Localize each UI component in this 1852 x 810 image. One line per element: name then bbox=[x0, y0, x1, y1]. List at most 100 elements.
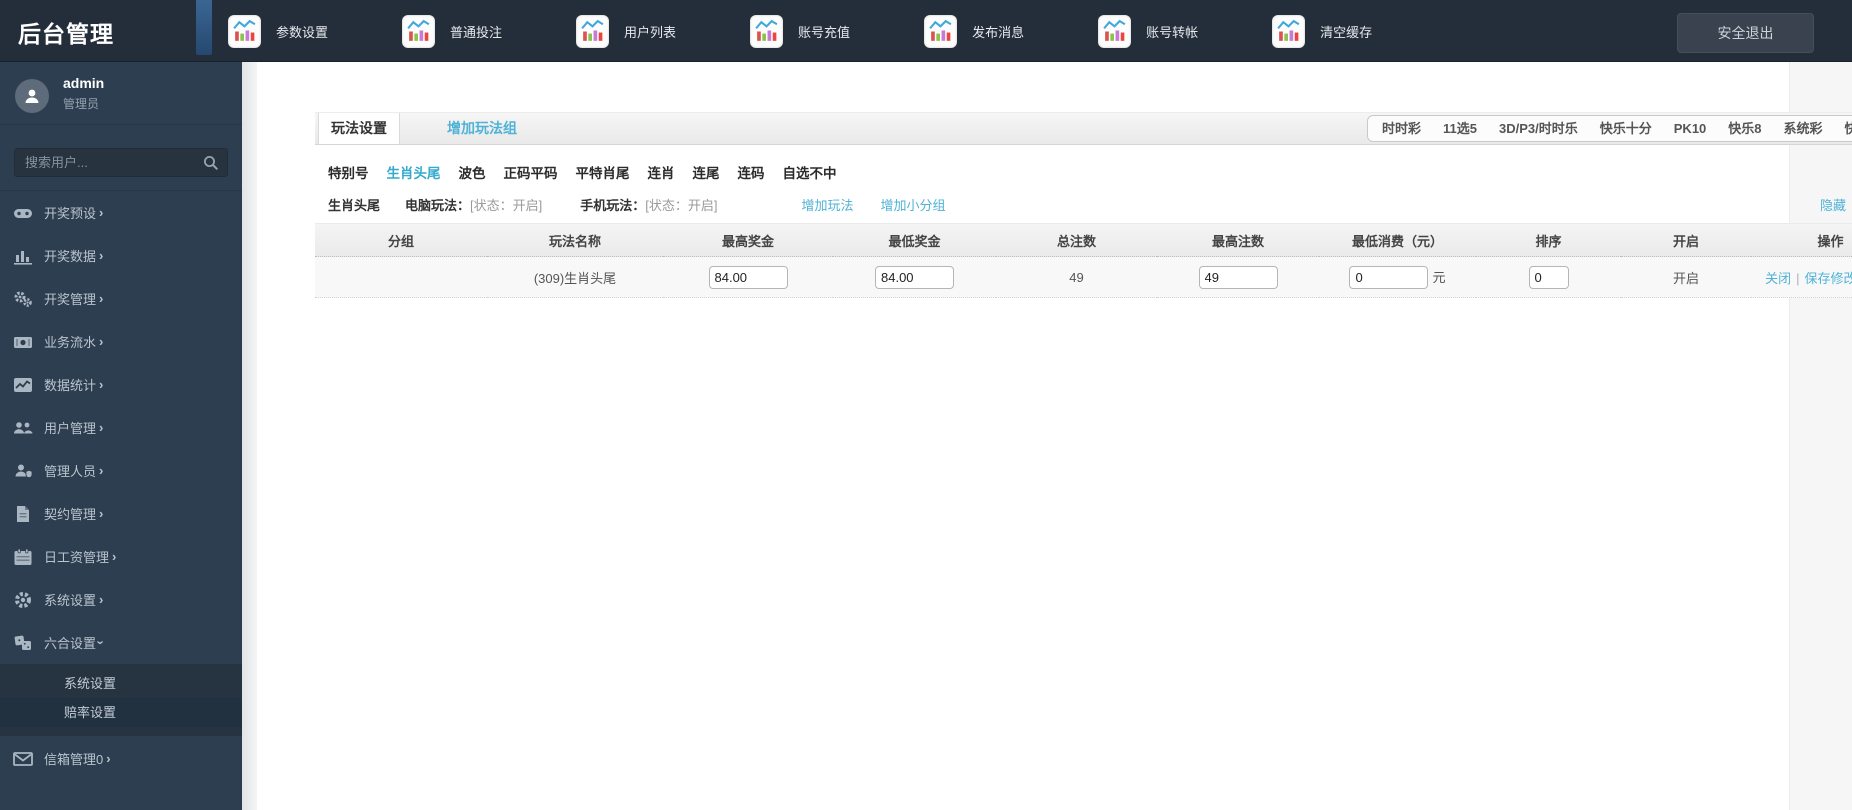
sidebar-item-system-settings[interactable]: 系统设置 › bbox=[0, 578, 242, 621]
lottery-tab-pk10[interactable]: PK10 bbox=[1674, 116, 1707, 141]
sidebar-item-business-flow[interactable]: 业务流水 › bbox=[0, 320, 242, 363]
add-play-group-link[interactable]: 增加玩法组 bbox=[447, 113, 517, 144]
min-prize-input[interactable] bbox=[875, 265, 954, 289]
play-table: 分组 玩法名称 最高奖金 最低奖金 总注数 最高注数 最低消费（元） 排序 开启… bbox=[315, 223, 1852, 298]
submenu-item-odds-settings[interactable]: 赔率设置 bbox=[0, 698, 242, 727]
sidebar-item-liuhe-settings[interactable]: 六合设置 › bbox=[0, 621, 242, 664]
user-shield-icon bbox=[15, 464, 33, 478]
sidebar-item-admins[interactable]: 管理人员 › bbox=[0, 449, 242, 492]
nav-item-recharge[interactable]: 账号充值 bbox=[750, 14, 850, 48]
play-tab-wave-color[interactable]: 波色 bbox=[459, 162, 486, 182]
money-icon bbox=[14, 336, 32, 348]
sidebar-item-data-stats[interactable]: 数据统计 › bbox=[0, 363, 242, 406]
tab-play-settings[interactable]: 玩法设置 bbox=[318, 113, 400, 144]
chevron-down-icon: › bbox=[93, 640, 109, 645]
lottery-tab-k3[interactable]: 快3 bbox=[1845, 116, 1852, 141]
liuhe-submenu: 系统设置 赔率设置 bbox=[0, 664, 242, 736]
logout-button[interactable]: 安全退出 bbox=[1677, 13, 1814, 53]
play-tab-lianxiao[interactable]: 连肖 bbox=[648, 162, 675, 182]
dice-icon bbox=[14, 635, 31, 650]
yuan-unit-label: 元 bbox=[1432, 269, 1446, 285]
nav-item-publish-message[interactable]: 发布消息 bbox=[924, 14, 1024, 48]
chart-icon bbox=[402, 14, 436, 48]
col-header-max-bets: 最高注数 bbox=[1157, 223, 1319, 257]
hide-link[interactable]: 隐藏 bbox=[1820, 195, 1846, 214]
nav-item-label: 普通投注 bbox=[450, 24, 503, 40]
sort-input[interactable] bbox=[1528, 265, 1569, 289]
chevron-right-icon: › bbox=[99, 291, 104, 306]
play-type-tabs: 特别号 生肖头尾 波色 正码平码 平特肖尾 连肖 连尾 连码 自选不中 bbox=[315, 145, 1852, 182]
col-header-sort: 排序 bbox=[1476, 223, 1621, 257]
add-subgroup-link[interactable]: 增加小分组 bbox=[881, 195, 946, 214]
min-cost-input[interactable] bbox=[1349, 265, 1429, 289]
sidebar-item-draw-preset[interactable]: 开奖预设 › bbox=[0, 191, 242, 234]
chart-icon bbox=[228, 14, 261, 48]
lottery-type-tabs: 时时彩 11选5 3D/P3/时时乐 快乐十分 PK10 快乐8 系统彩 快3 bbox=[1367, 115, 1852, 142]
col-header-min-cost: 最低消费（元） bbox=[1319, 223, 1476, 257]
play-tab-lianwei[interactable]: 连尾 bbox=[693, 162, 720, 182]
play-tab-zhengma[interactable]: 正码平码 bbox=[504, 162, 558, 182]
gears-icon bbox=[14, 291, 32, 307]
nav-item-label: 清空缓存 bbox=[1320, 24, 1373, 40]
col-header-actions: 操作 bbox=[1751, 223, 1852, 257]
nav-item-params[interactable]: 参数设置 bbox=[228, 14, 329, 48]
col-header-group: 分组 bbox=[315, 223, 487, 257]
nav-item-user-list[interactable]: 用户列表 bbox=[576, 14, 676, 48]
table-header-row: 分组 玩法名称 最高奖金 最低奖金 总注数 最高注数 最低消费（元） 排序 开启… bbox=[315, 223, 1852, 257]
lottery-tab-11x5[interactable]: 11选5 bbox=[1443, 116, 1477, 141]
chevron-right-icon: › bbox=[99, 334, 104, 349]
profile-block: admin 管理员 bbox=[0, 62, 242, 125]
mail-icon bbox=[13, 751, 33, 766]
submenu-item-system-settings[interactable]: 系统设置 bbox=[0, 669, 242, 698]
play-settings-module: 玩法设置 增加玩法组 时时彩 11选5 3D/P3/时时乐 快乐十分 PK10 … bbox=[315, 112, 1852, 298]
nav-item-clear-cache[interactable]: 清空缓存 bbox=[1272, 14, 1373, 48]
user-search bbox=[14, 148, 228, 177]
gear-icon bbox=[15, 591, 31, 608]
col-header-name: 玩法名称 bbox=[487, 223, 663, 257]
username: admin bbox=[63, 75, 105, 91]
sidebar-item-draw-data[interactable]: 开奖数据 › bbox=[0, 234, 242, 277]
chart-bar-icon bbox=[14, 250, 32, 265]
top-menu: 参数设置 普通投注 用户列表 账号充值 发布消息 账号转帐 清空缓存 bbox=[228, 0, 1372, 62]
sidebar-item-draw-manage[interactable]: 开奖管理 › bbox=[0, 277, 242, 320]
play-tab-zixuanbuzhong[interactable]: 自选不中 bbox=[783, 162, 837, 182]
play-tab-zodiac-head-tail[interactable]: 生肖头尾 bbox=[387, 162, 441, 182]
calendar-icon bbox=[14, 548, 32, 565]
user-role: 管理员 bbox=[63, 97, 100, 111]
sidebar: admin 管理员 开奖预设› 开奖数据› 开奖管理› 业务流水› 数据统计› bbox=[0, 62, 242, 810]
max-bets-input[interactable] bbox=[1198, 265, 1278, 289]
close-action-link[interactable]: 关闭 bbox=[1765, 271, 1791, 286]
lottery-tab-ssc[interactable]: 时时彩 bbox=[1382, 116, 1421, 141]
max-prize-input[interactable] bbox=[708, 265, 788, 289]
lottery-tab-system[interactable]: 系统彩 bbox=[1784, 116, 1823, 141]
play-tab-special[interactable]: 特别号 bbox=[328, 162, 369, 182]
sidebar-item-mailbox[interactable]: 信箱管理0 › bbox=[0, 736, 242, 781]
save-action-link[interactable]: 保存修改 bbox=[1804, 271, 1852, 286]
nav-item-normal-bet[interactable]: 普通投注 bbox=[402, 14, 503, 48]
cell-play-name: (309)生肖头尾 bbox=[487, 256, 663, 298]
cell-actions: 关闭|保存修改|修改 bbox=[1751, 256, 1852, 298]
cell-group bbox=[315, 256, 487, 298]
chart-icon bbox=[1272, 14, 1306, 48]
search-input[interactable] bbox=[15, 149, 227, 176]
play-tab-pingtexiaowei[interactable]: 平特肖尾 bbox=[576, 162, 630, 182]
lottery-tab-kl8[interactable]: 快乐8 bbox=[1728, 116, 1761, 141]
chart-icon bbox=[1098, 14, 1132, 48]
nav-item-label: 参数设置 bbox=[276, 24, 329, 40]
play-tab-lianma[interactable]: 连码 bbox=[738, 162, 765, 182]
cell-total-bets: 49 bbox=[996, 256, 1157, 298]
add-play-link[interactable]: 增加玩法 bbox=[802, 195, 854, 214]
nav-item-transfer[interactable]: 账号转帐 bbox=[1098, 14, 1198, 48]
lottery-tab-klsf[interactable]: 快乐十分 bbox=[1600, 116, 1652, 141]
chart-icon bbox=[576, 14, 610, 48]
sidebar-menu: 开奖预设 › 开奖数据 › 开奖管理 › 业务流水 › 数据统计 › 用户管理 › 管理人员… bbox=[0, 190, 242, 781]
search-icon[interactable] bbox=[203, 155, 219, 176]
top-navbar: 后台管理 参数设置 普通投注 用户列表 账号充值 发布消息 账号转帐 清空缓存 … bbox=[0, 0, 1852, 62]
module-tabbar: 玩法设置 增加玩法组 时时彩 11选5 3D/P3/时时乐 快乐十分 PK10 … bbox=[315, 112, 1852, 145]
lottery-tab-3d[interactable]: 3D/P3/时时乐 bbox=[1499, 116, 1578, 141]
pc-play-status: 电脑玩法：[状态：开启] bbox=[405, 197, 543, 213]
sidebar-item-daily-wage[interactable]: 日工资管理 › bbox=[0, 535, 242, 578]
sidebar-item-user-manage[interactable]: 用户管理 › bbox=[0, 406, 242, 449]
sidebar-item-contract-manage[interactable]: 契约管理 › bbox=[0, 492, 242, 535]
chevron-right-icon: › bbox=[99, 463, 104, 478]
